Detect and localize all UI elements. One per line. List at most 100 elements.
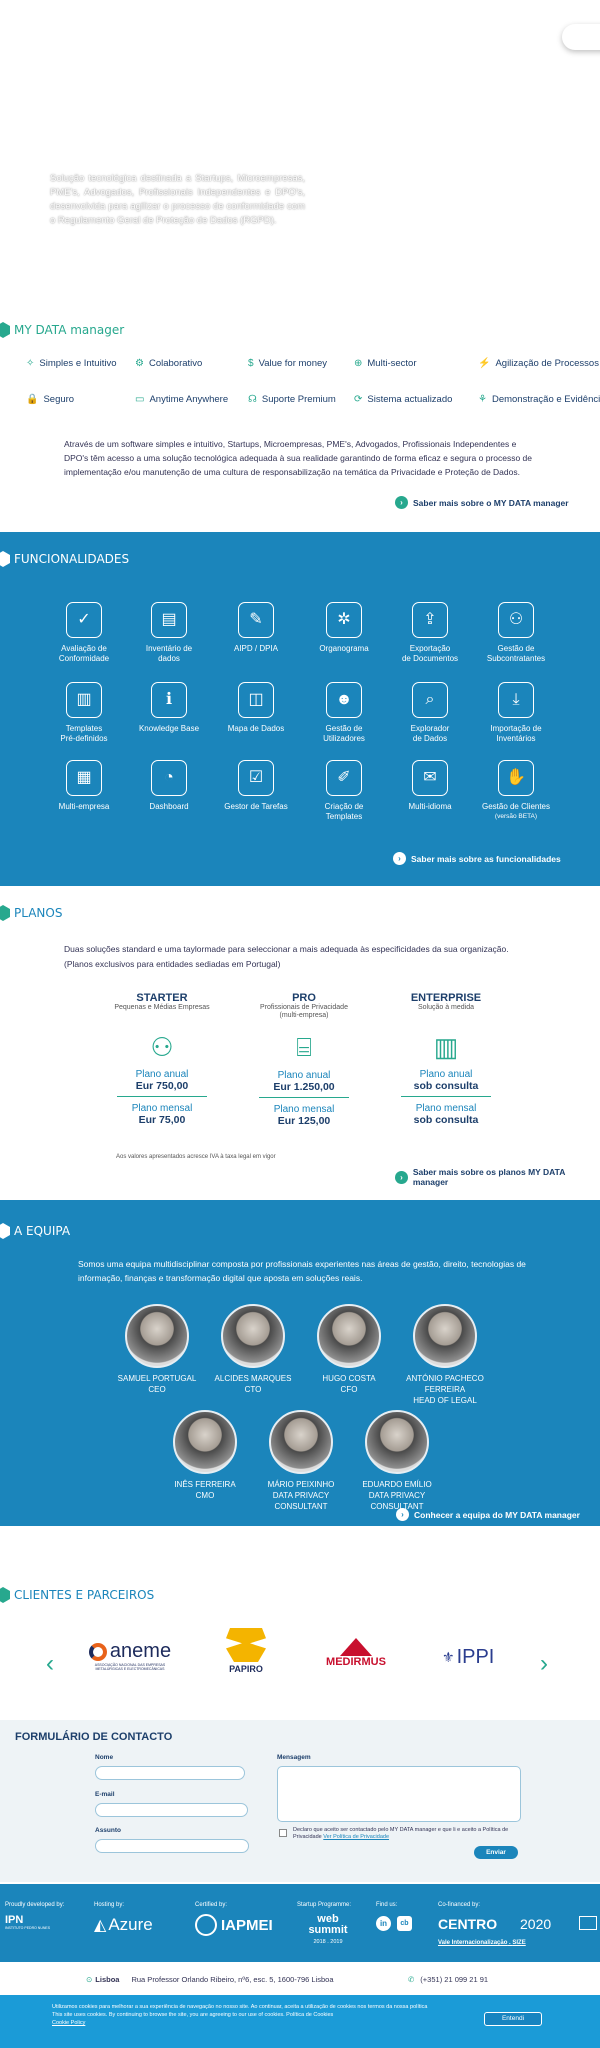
ippi-logo: ⚜ IPPI — [442, 1646, 495, 1668]
certified-label: Certified by: — [195, 1902, 228, 1908]
subject-input[interactable] — [95, 1839, 249, 1853]
top-right-pill-button[interactable] — [562, 24, 600, 50]
cofinanced-label: Co-financed by: — [438, 1902, 481, 1908]
feature-tile[interactable]: ⌕ Explorador de Dados — [386, 682, 474, 744]
monthly-plan-label: Plano mensal — [273, 1104, 335, 1115]
avatar — [413, 1304, 477, 1368]
carousel-next-arrow[interactable]: › — [540, 1650, 548, 1678]
member-role: CFO — [340, 1385, 358, 1394]
money-icon: $ — [248, 358, 254, 369]
feature-item: 🔒 Seguro — [26, 394, 126, 405]
annual-plan-label: Plano anual — [419, 1069, 473, 1080]
mdm-paragraph: Através de um software simples e intuiti… — [64, 439, 532, 477]
feature-tile[interactable]: ▦ Multi-empresa — [40, 760, 128, 812]
feature-tile-label: Multi-idioma — [408, 802, 452, 811]
privacy-policy-link[interactable]: Ver Política de Privacidade — [323, 1834, 389, 1840]
feature-tile[interactable]: ⇪ Exportação de Documentos — [386, 602, 474, 664]
vat-note: Aos valores apresentados acresce IVA à t… — [116, 1154, 276, 1160]
feature-tile-icon: ▤ — [151, 602, 187, 638]
monthly-plan-price: sob consulta — [413, 1114, 479, 1126]
member-role: CEO — [148, 1385, 166, 1394]
feature-item: ⟳ Sistema actualizado — [354, 394, 454, 405]
plan-card-pro: PRO Profissionais de Privacidade (multi-em… — [234, 992, 374, 1127]
feature-tile-icon: ⤓ — [498, 682, 534, 718]
feature-tile-sublabel: Pré-definidos — [60, 734, 108, 743]
feature-tile[interactable]: ▥ Templates Pré-definidos — [40, 682, 128, 744]
annual-plan-price: Eur 750,00 — [135, 1080, 189, 1092]
feature-tile-icon: ▦ — [66, 760, 102, 796]
feature-tile[interactable]: ✐ Criação de Templates — [300, 760, 388, 822]
consent-checkbox[interactable] — [279, 1829, 287, 1837]
consent-text: Declaro que aceito ser contactado pelo M… — [293, 1827, 509, 1840]
vale-link[interactable]: Vale Internacionalização . SIZE — [438, 1940, 526, 1946]
feature-tile[interactable]: ⤓ Importação de Inventários — [472, 682, 560, 744]
monthly-plan-label: Plano mensal — [131, 1103, 193, 1114]
monthly-plan-label: Plano mensal — [415, 1103, 477, 1114]
member-name: EDUARDO EMÍLIO — [362, 1480, 432, 1489]
feature-tile[interactable]: ▤ Inventário de dados — [125, 602, 213, 664]
feature-tile[interactable]: ☻ Gestão de Utilizadores — [300, 682, 388, 744]
feature-tile-icon: ⌕ — [412, 682, 448, 718]
feature-tile[interactable]: ◫ Mapa de Dados — [212, 682, 300, 734]
carousel-prev-arrow[interactable]: ‹ — [46, 1650, 54, 1678]
feature-tile[interactable]: ✉ Multi-idioma — [386, 760, 474, 812]
subject-label: Assunto — [95, 1827, 121, 1834]
feature-label: Seguro — [43, 394, 75, 405]
hexagon-logo-icon — [0, 1587, 10, 1603]
cookie-accept-button[interactable]: Entendi — [484, 2012, 542, 2026]
laptop-icon: ▭ — [135, 394, 145, 405]
email-label: E-mail — [95, 1791, 115, 1798]
feature-tile[interactable]: ⚇ Gestão de Subcontratantes — [472, 602, 560, 664]
feature-tile-icon: ⇪ — [412, 602, 448, 638]
clients-section-title: CLIENTES E PARCEIROS — [0, 1587, 154, 1603]
network-icon: ⚘ — [478, 394, 487, 405]
hexagon-logo-icon — [0, 1223, 10, 1239]
email-input[interactable] — [95, 1803, 248, 1817]
avatar — [125, 1304, 189, 1368]
submit-button[interactable]: Enviar — [474, 1846, 518, 1859]
feature-tile-icon: ✋ — [498, 760, 534, 796]
plan-subtitle-2 — [92, 1012, 232, 1020]
feature-tile[interactable]: ✎ AIPD / DPIA — [212, 602, 300, 654]
headset-icon: ☊ — [248, 394, 257, 405]
plan-icon: ⌸ — [296, 1032, 312, 1062]
feature-tile-sublabel: Subcontratantes — [486, 654, 546, 663]
avatar — [221, 1304, 285, 1368]
feature-tile[interactable]: ☑ Gestor de Tarefas — [212, 760, 300, 812]
feature-tile[interactable]: ◔ Dashboard — [125, 760, 213, 812]
feature-tile-icon: ✓ — [66, 602, 102, 638]
feature-tile[interactable]: ✓ Avaliação de Conformidade — [40, 602, 128, 664]
feature-tile-label: Gestor de Tarefas — [224, 802, 288, 811]
refresh-icon: ⟳ — [354, 394, 363, 405]
feature-item: $ Value for money — [248, 358, 348, 369]
feature-tile-label: Dashboard — [149, 802, 189, 811]
arrow-right-icon: › — [395, 1170, 408, 1184]
feature-tile-icon: ✲ — [326, 602, 362, 638]
feature-tile[interactable]: ℹ Knowledge Base — [125, 682, 213, 734]
mdm-more-link[interactable]: › Saber mais sobre o MY DATA manager — [395, 496, 569, 509]
plan-subtitle: Pequenas e Médias Empresas — [114, 1004, 210, 1011]
member-role: DATA PRIVACY — [272, 1491, 330, 1500]
developed-by-label: Proudly developed by: — [5, 1902, 65, 1908]
annual-plan-price: Eur 1.250,00 — [273, 1081, 335, 1093]
feature-tile[interactable]: ✋ Gestão de Clientes (versão BETA) — [472, 760, 560, 822]
feature-tile-sublabel: (versão BETA) — [494, 813, 538, 820]
cookie-policy-link[interactable]: Cookie Policy — [52, 2019, 472, 2027]
linkedin-icon[interactable]: in — [376, 1916, 391, 1931]
feature-tile[interactable]: ✲ Organograma — [300, 602, 388, 654]
feature-tile-icon: ▥ — [66, 682, 102, 718]
feature-tile-icon: ℹ — [151, 682, 187, 718]
crunchbase-icon[interactable]: cb — [397, 1916, 412, 1931]
member-name: ALCIDES MARQUES — [214, 1374, 292, 1383]
plans-more-link[interactable]: › Saber mais sobre os planos MY DATA mana… — [395, 1167, 600, 1187]
func-more-link[interactable]: › Saber mais sobre as funcionalidades — [393, 852, 561, 865]
feature-tile-label: Avaliação de — [61, 644, 107, 653]
name-input[interactable] — [95, 1766, 245, 1780]
message-label: Mensagem — [277, 1754, 311, 1761]
feature-label: Value for money — [258, 358, 328, 369]
feature-tile-icon: ◫ — [238, 682, 274, 718]
globe-icon: ⊕ — [354, 358, 363, 369]
feature-tile-sublabel: Inventários — [496, 734, 536, 743]
find-us-label: Find us: — [376, 1902, 398, 1908]
message-textarea[interactable] — [277, 1766, 521, 1822]
